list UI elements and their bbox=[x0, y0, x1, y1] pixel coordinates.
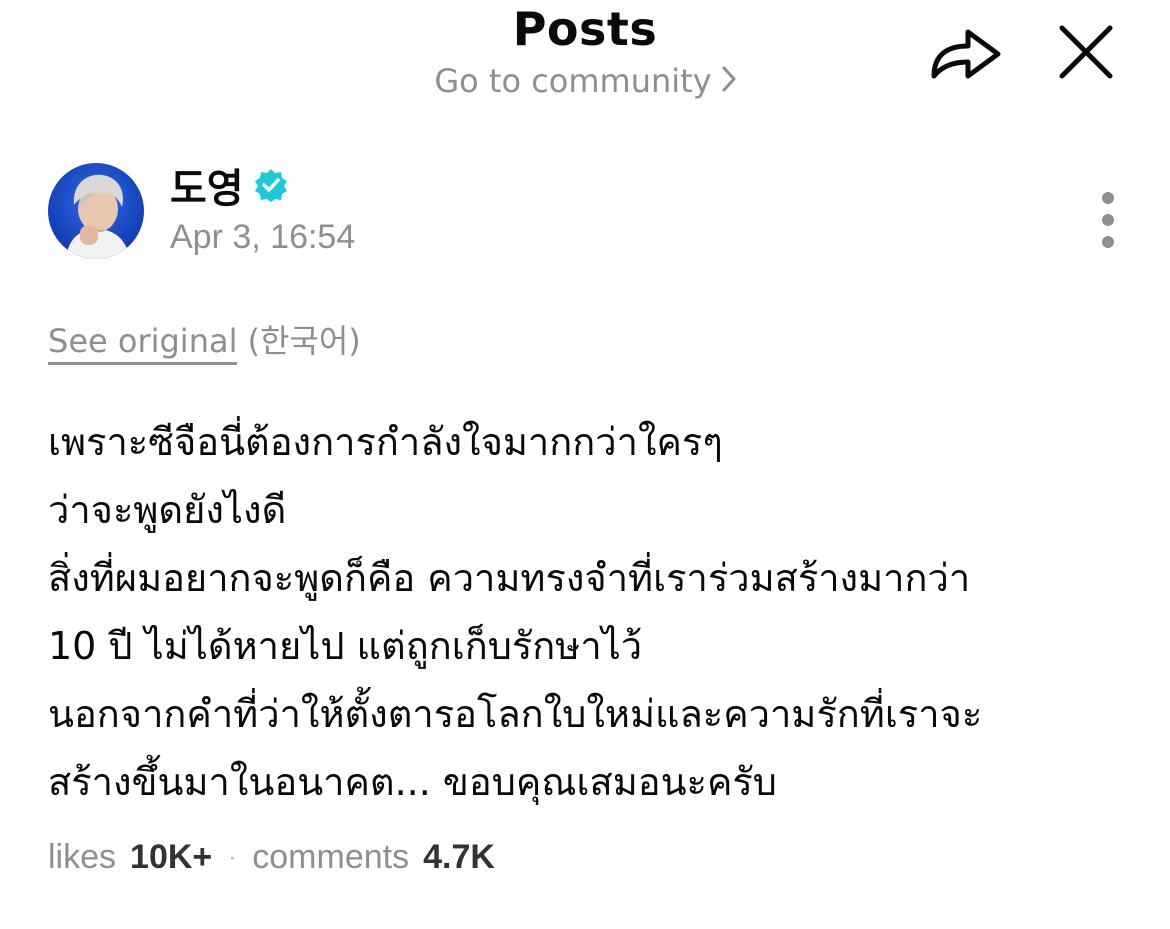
chevron-right-icon bbox=[722, 62, 736, 100]
avatar[interactable] bbox=[48, 163, 144, 259]
share-icon bbox=[931, 29, 1001, 79]
post-body: เพราะซีจือนี่ต้องการกำลังใจมากกว่าใครๆ ว… bbox=[48, 408, 1138, 816]
post-header: Posts Go to community bbox=[0, 0, 1170, 120]
comments-stat[interactable]: comments 4.7K bbox=[252, 838, 495, 877]
stats-separator: · bbox=[228, 843, 237, 871]
post-text-line: เพราะซีจือนี่ต้องการกำลังใจมากกว่าใครๆ bbox=[48, 420, 723, 464]
comments-count: 4.7K bbox=[423, 838, 495, 876]
original-language-label: (한국어) bbox=[247, 322, 361, 360]
post-text-line: สิ่งที่ผมอยากจะพูดก็คือ ความทรงจำที่เราร… bbox=[48, 556, 971, 600]
translation-bar: See original (한국어) bbox=[48, 316, 361, 365]
likes-count: 10K+ bbox=[130, 838, 213, 876]
likes-label: likes bbox=[48, 838, 117, 876]
likes-stat[interactable]: likes 10K+ bbox=[48, 838, 212, 877]
post-text-line: ว่าจะพูดยังไงดี bbox=[48, 488, 287, 532]
close-button[interactable] bbox=[1054, 20, 1118, 84]
more-options-button[interactable] bbox=[1094, 192, 1122, 248]
post-timestamp: Apr 3, 16:54 bbox=[170, 218, 356, 256]
author-name-wrap: 도영 bbox=[170, 160, 288, 212]
post-text-line: สร้างขึ้นมาในอนาคต... ขอบคุณเสมอนะครับ bbox=[48, 760, 777, 804]
close-icon bbox=[1059, 25, 1113, 79]
share-button[interactable] bbox=[928, 20, 1004, 84]
community-link-label: Go to community bbox=[434, 62, 712, 100]
post-stats: likes 10K+ · comments 4.7K bbox=[48, 838, 495, 877]
author-name[interactable]: 도영 bbox=[170, 156, 244, 214]
more-vertical-icon bbox=[1102, 192, 1114, 248]
post-text-line: 10 ปี ไม่ได้หายไป แต่ถูกเก็บรักษาไว้ bbox=[48, 624, 643, 668]
verified-badge-icon bbox=[254, 168, 288, 202]
post-text-line: นอกจากคำที่ว่าให้ตั้งตารอโลกใบใหม่และควา… bbox=[48, 692, 983, 736]
comments-label: comments bbox=[252, 838, 410, 876]
author-row: 도영 Apr 3, 16:54 bbox=[48, 160, 1128, 264]
see-original-link[interactable]: See original bbox=[48, 322, 238, 365]
